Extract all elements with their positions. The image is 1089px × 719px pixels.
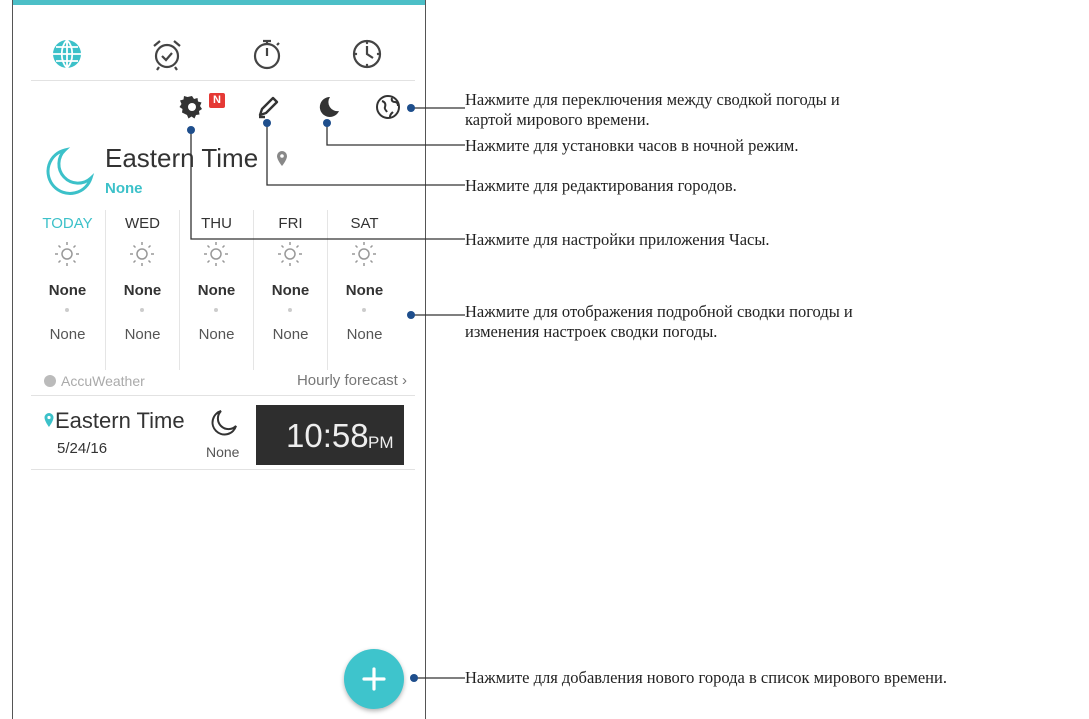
forecast-day-label: WED: [125, 215, 160, 232]
sun-icon: [352, 242, 376, 266]
status-bar-strip: [13, 0, 425, 5]
weather-forecast[interactable]: TODAY None None WED None None THU None None FRI No…: [31, 210, 413, 370]
callout-settings: Нажмите для настройки приложения Часы.: [465, 230, 770, 249]
clock-app-screen: N Eastern Time None TODAY None None WED None…: [12, 0, 426, 719]
forecast-day-column[interactable]: WED None None: [105, 210, 179, 370]
forecast-low: None: [272, 326, 309, 343]
sun-icon: [55, 242, 79, 266]
callout-add: Нажмите для добавления нового города в с…: [465, 668, 947, 687]
sun-logo-icon: [44, 375, 56, 387]
world-clock-date: 5/24/16: [57, 440, 108, 457]
night-moon-icon: [211, 410, 237, 436]
accuweather-logo: AccuWeather: [43, 373, 145, 389]
location-pin-icon: [44, 413, 54, 427]
callout-edit: Нажмите для редактирования городов.: [465, 176, 737, 195]
chevron-right-icon: ›: [402, 372, 407, 389]
forecast-day-column[interactable]: TODAY None None: [31, 210, 104, 370]
tab-alarm-icon[interactable]: [147, 34, 187, 74]
accuweather-label: AccuWeather: [61, 373, 145, 389]
world-map-globe-icon[interactable]: [371, 90, 405, 124]
edit-pencil-icon[interactable]: [251, 90, 285, 124]
forecast-high: None: [48, 282, 87, 299]
forecast-day-column[interactable]: THU None None: [179, 210, 253, 370]
forecast-day-column[interactable]: FRI None None: [253, 210, 327, 370]
forecast-dot: [65, 308, 69, 312]
forecast-day-column[interactable]: SAT None None: [327, 210, 401, 370]
callout-toggle-line2: картой мирового времени.: [465, 110, 650, 129]
clock-time: 10:58: [286, 417, 369, 454]
world-clock-condition: None: [206, 444, 240, 460]
hourly-forecast-label: Hourly forecast: [296, 372, 398, 389]
forecast-high: None: [197, 282, 236, 299]
forecast-high: None: [271, 282, 310, 299]
city-condition: None: [105, 180, 143, 197]
hourly-forecast-link[interactable]: Hourly forecast ›: [297, 372, 407, 389]
tab-bar: [31, 30, 415, 81]
forecast-low: None: [198, 326, 235, 343]
tab-timer-icon[interactable]: [347, 34, 387, 74]
city-name: Eastern Time: [105, 143, 259, 173]
settings-gear-icon[interactable]: [175, 90, 209, 124]
divider: [31, 469, 415, 470]
callout-toggle: Нажмите для переключения между сводкой п…: [465, 90, 840, 130]
clock-ampm: PM: [368, 433, 394, 452]
location-pin-icon: [277, 151, 287, 166]
callout-weather-line1: Нажмите для отображения подробной сводки…: [465, 302, 853, 321]
divider: [31, 395, 415, 396]
add-city-button[interactable]: [344, 649, 404, 709]
digital-clock[interactable]: 10:58 PM: [256, 405, 404, 465]
forecast-low: None: [346, 326, 383, 343]
callout-night: Нажмите для установки часов в ночной реж…: [465, 136, 799, 155]
forecast-day-label: FRI: [278, 215, 303, 232]
night-mode-moon-icon[interactable]: [311, 90, 345, 124]
forecast-dot: [362, 308, 366, 312]
callout-weather: Нажмите для отображения подробной сводки…: [465, 302, 853, 342]
forecast-dot: [140, 308, 144, 312]
new-badge: N: [209, 93, 225, 108]
plus-icon: [362, 667, 386, 691]
callout-weather-line2: изменения настроек сводки погоды.: [465, 322, 718, 341]
sun-icon: [204, 242, 228, 266]
callout-toggle-line1: Нажмите для переключения между сводкой п…: [465, 90, 840, 109]
forecast-day-label: TODAY: [42, 215, 93, 232]
forecast-high: None: [345, 282, 384, 299]
forecast-dot: [288, 308, 292, 312]
tab-stopwatch-icon[interactable]: [247, 34, 287, 74]
forecast-day-label: THU: [201, 215, 232, 232]
forecast-high: None: [123, 282, 162, 299]
world-clock-city[interactable]: Eastern Time: [55, 408, 185, 434]
tab-world-clock-icon[interactable]: [47, 34, 87, 74]
forecast-dot: [214, 308, 218, 312]
weather-moon-icon: [46, 147, 95, 195]
forecast-low: None: [49, 326, 86, 343]
forecast-day-label: SAT: [350, 215, 379, 232]
sun-icon: [130, 242, 154, 266]
sun-icon: [278, 242, 302, 266]
forecast-low: None: [124, 326, 161, 343]
